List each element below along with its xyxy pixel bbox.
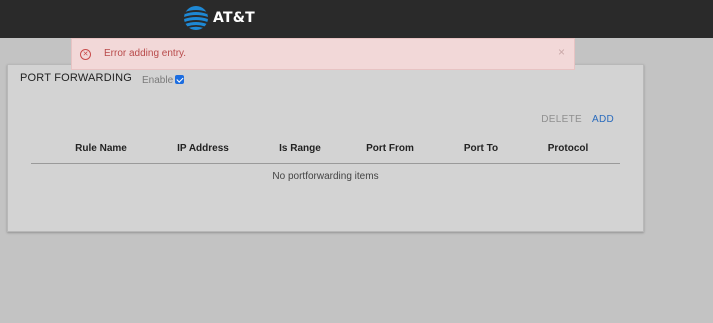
empty-table-message: No portforwarding items bbox=[272, 171, 379, 182]
enable-label: Enable bbox=[142, 75, 174, 86]
column-port-to: Port To bbox=[463, 143, 499, 154]
column-port-from: Port From bbox=[366, 143, 414, 154]
delete-button[interactable]: DELETE bbox=[541, 114, 582, 125]
add-button[interactable]: ADD bbox=[592, 114, 614, 125]
panel-title: PORT FORWARDING bbox=[20, 72, 132, 84]
brand[interactable]: AT&T bbox=[183, 3, 255, 33]
error-circle-icon: ✕ bbox=[80, 49, 91, 60]
enable-checkbox[interactable] bbox=[175, 75, 185, 84]
globe-icon bbox=[184, 6, 208, 30]
column-protocol: Protocol bbox=[547, 143, 589, 154]
enable-toggle: Enable bbox=[142, 75, 185, 86]
alert-message: Error adding entry. bbox=[104, 48, 187, 59]
column-is-range: Is Range bbox=[279, 143, 321, 154]
column-rule-name: Rule Name bbox=[75, 143, 127, 154]
close-icon[interactable]: × bbox=[558, 45, 565, 59]
table-actions: DELETE ADD bbox=[541, 114, 614, 125]
error-alert: ✕ Error adding entry. × bbox=[71, 38, 575, 70]
top-bar: AT&T bbox=[0, 0, 713, 38]
brand-name: AT&T bbox=[213, 10, 255, 26]
column-ip-address: IP Address bbox=[177, 143, 229, 154]
table-header: Rule Name IP Address Is Range Port From … bbox=[31, 141, 620, 164]
port-forwarding-panel: PORT FORWARDING Enable DELETE ADD Rule N… bbox=[7, 64, 644, 232]
